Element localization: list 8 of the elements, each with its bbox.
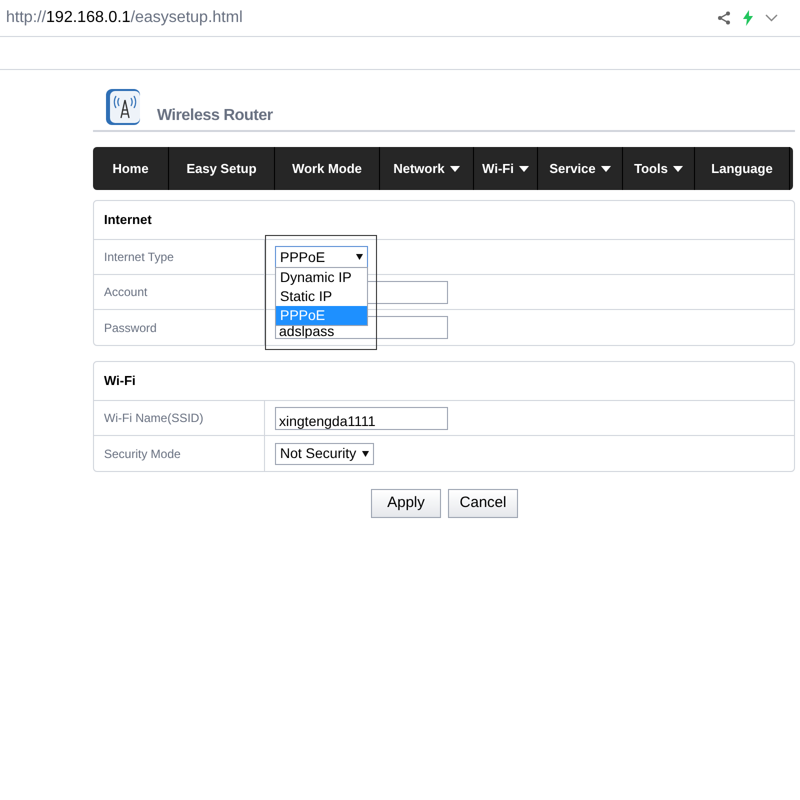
field-label: Wi-Fi Name(SSID): [104, 410, 204, 427]
field-label: Security Mode: [104, 446, 181, 462]
site-title: Wireless Router: [157, 108, 273, 124]
field-label: Internet Type: [104, 249, 174, 266]
section-title: Internet: [104, 211, 152, 230]
section-title: Wi-Fi: [104, 372, 136, 390]
field-label: Password: [104, 320, 157, 336]
field-label: Account: [104, 284, 148, 301]
